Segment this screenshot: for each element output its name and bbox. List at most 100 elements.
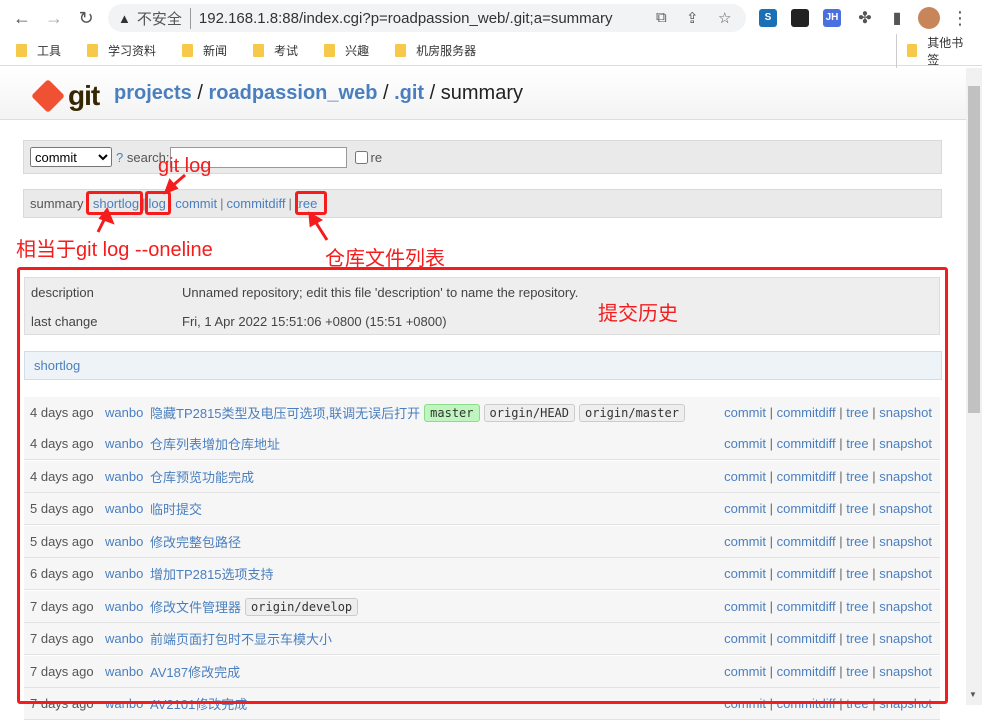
commit-author[interactable]: wanbo [105, 469, 150, 484]
commit-message[interactable]: 仓库列表增加仓库地址 [150, 434, 280, 453]
row-link-commitdiff[interactable]: commitdiff [777, 566, 836, 581]
folder-icon [253, 44, 265, 57]
commit-message[interactable]: 仓库预览功能完成 [150, 467, 254, 486]
row-link-snapshot[interactable]: snapshot [879, 696, 932, 711]
row-link-tree[interactable]: tree [846, 405, 868, 420]
bookmark-label: 学习资料 [108, 44, 157, 58]
shortlog-title-link[interactable]: shortlog [34, 358, 80, 373]
avatar[interactable] [918, 7, 940, 29]
row-link-commitdiff[interactable]: commitdiff [777, 599, 836, 614]
row-link-tree[interactable]: tree [846, 436, 868, 451]
row-link-commit[interactable]: commit [724, 405, 766, 420]
row-link-commit[interactable]: commit [724, 534, 766, 549]
row-link-commitdiff[interactable]: commitdiff [777, 405, 836, 420]
commit-author[interactable]: wanbo [105, 501, 150, 516]
commit-message[interactable]: 修改文件管理器 [150, 597, 241, 616]
row-link-tree[interactable]: tree [846, 631, 868, 646]
row-link-commit[interactable]: commit [724, 696, 766, 711]
row-link-snapshot[interactable]: snapshot [879, 566, 932, 581]
ref-badge[interactable]: origin/master [579, 403, 685, 422]
ref-badge[interactable]: origin/HEAD [483, 403, 575, 422]
crumb-projects[interactable]: projects [114, 82, 192, 104]
git-logo[interactable]: git [31, 79, 100, 113]
commit-author[interactable]: wanbo [105, 534, 150, 549]
extension-jh-icon[interactable]: JH [823, 9, 841, 27]
commit-author[interactable]: wanbo [105, 599, 150, 614]
sidepanel-icon[interactable]: ▮ [887, 8, 907, 28]
row-link-snapshot[interactable]: snapshot [879, 534, 932, 549]
row-link-commitdiff[interactable]: commitdiff [777, 501, 836, 516]
commit-message[interactable]: AV187修改完成 [150, 662, 240, 681]
bookmark-item[interactable]: 工具 [16, 42, 61, 59]
share-icon[interactable]: ⇪ [686, 9, 699, 27]
puzzle-icon[interactable]: ✤ [855, 8, 875, 28]
bookmark-item[interactable]: 学习资料 [87, 42, 156, 59]
commit-message[interactable]: 修改完整包路径 [150, 532, 241, 551]
regex-checkbox[interactable] [354, 150, 368, 164]
row-link-commit[interactable]: commit [724, 469, 766, 484]
row-link-tree[interactable]: tree [846, 566, 868, 581]
menu-icon[interactable]: ⋮ [950, 8, 970, 29]
scroll-down-icon[interactable]: ▼ [969, 690, 977, 699]
commit-message[interactable]: AV2101修改完成 [150, 694, 247, 713]
ref-badge[interactable]: origin/develop [245, 597, 359, 616]
project-info: description Unnamed repository; edit this… [24, 277, 940, 335]
row-link-commit[interactable]: commit [724, 566, 766, 581]
row-link-tree[interactable]: tree [846, 696, 868, 711]
commit-message[interactable]: 前端页面打包时不显示车模大小 [150, 629, 332, 648]
row-link-commitdiff[interactable]: commitdiff [777, 534, 836, 549]
row-link-snapshot[interactable]: snapshot [879, 599, 932, 614]
last-change-label: last change [31, 314, 98, 329]
bookmark-item[interactable]: 机房服务器 [395, 42, 476, 59]
star-icon[interactable]: ☆ [718, 9, 731, 27]
translate-icon[interactable]: ⧉ [656, 9, 667, 26]
extension-ghost-icon[interactable] [791, 9, 809, 27]
row-link-snapshot[interactable]: snapshot [879, 664, 932, 679]
row-link-commitdiff[interactable]: commitdiff [777, 631, 836, 646]
row-link-commitdiff[interactable]: commitdiff [777, 696, 836, 711]
commit-author[interactable]: wanbo [105, 566, 150, 581]
row-link-commit[interactable]: commit [724, 631, 766, 646]
back-icon[interactable]: ← [12, 8, 32, 29]
row-link-tree[interactable]: tree [846, 664, 868, 679]
commit-author[interactable]: wanbo [105, 696, 150, 711]
row-link-commit[interactable]: commit [724, 664, 766, 679]
other-bookmarks[interactable]: 其他书签 [896, 33, 972, 68]
row-link-snapshot[interactable]: snapshot [879, 501, 932, 516]
row-link-commit[interactable]: commit [724, 599, 766, 614]
commit-author[interactable]: wanbo [105, 436, 150, 451]
reload-icon[interactable]: ↻ [76, 8, 96, 29]
row-link-commitdiff[interactable]: commitdiff [777, 436, 836, 451]
row-link-tree[interactable]: tree [846, 599, 868, 614]
commit-message[interactable]: 增加TP2815选项支持 [150, 564, 274, 583]
bookmark-item[interactable]: 考试 [253, 42, 298, 59]
crumb-repo[interactable]: roadpassion_web [208, 82, 377, 104]
commit-message[interactable]: 隐藏TP2815类型及电压可选项,联调无误后打开 [150, 403, 420, 422]
commit-message[interactable]: 临时提交 [150, 499, 202, 518]
commit-author[interactable]: wanbo [105, 631, 150, 646]
row-link-commit[interactable]: commit [724, 436, 766, 451]
forward-icon[interactable]: → [44, 8, 64, 29]
bookmark-item[interactable]: 新闻 [182, 42, 227, 59]
crumb-git[interactable]: .git [394, 82, 424, 104]
row-link-snapshot[interactable]: snapshot [879, 405, 932, 420]
extension-s-icon[interactable]: S [759, 9, 777, 27]
row-link-tree[interactable]: tree [846, 501, 868, 516]
address-bar[interactable]: ▲ 不安全 192.168.1.8:88/index.cgi?p=roadpas… [108, 4, 746, 32]
row-link-snapshot[interactable]: snapshot [879, 631, 932, 646]
row-link-snapshot[interactable]: snapshot [879, 436, 932, 451]
url-text[interactable]: 192.168.1.8:88/index.cgi?p=roadpassion_w… [199, 10, 613, 27]
row-link-tree[interactable]: tree [846, 469, 868, 484]
scrollbar-thumb[interactable] [968, 86, 980, 413]
commit-author[interactable]: wanbo [105, 405, 150, 420]
row-link-commitdiff[interactable]: commitdiff [777, 664, 836, 679]
row-link-tree[interactable]: tree [846, 534, 868, 549]
search-help-link[interactable]: ? [116, 150, 123, 165]
row-link-snapshot[interactable]: snapshot [879, 469, 932, 484]
row-link-commitdiff[interactable]: commitdiff [777, 469, 836, 484]
ref-badge[interactable]: master [424, 403, 480, 422]
commit-author[interactable]: wanbo [105, 664, 150, 679]
bookmark-item[interactable]: 兴趣 [324, 42, 369, 59]
search-type-select[interactable]: commit [30, 147, 112, 167]
row-link-commit[interactable]: commit [724, 501, 766, 516]
